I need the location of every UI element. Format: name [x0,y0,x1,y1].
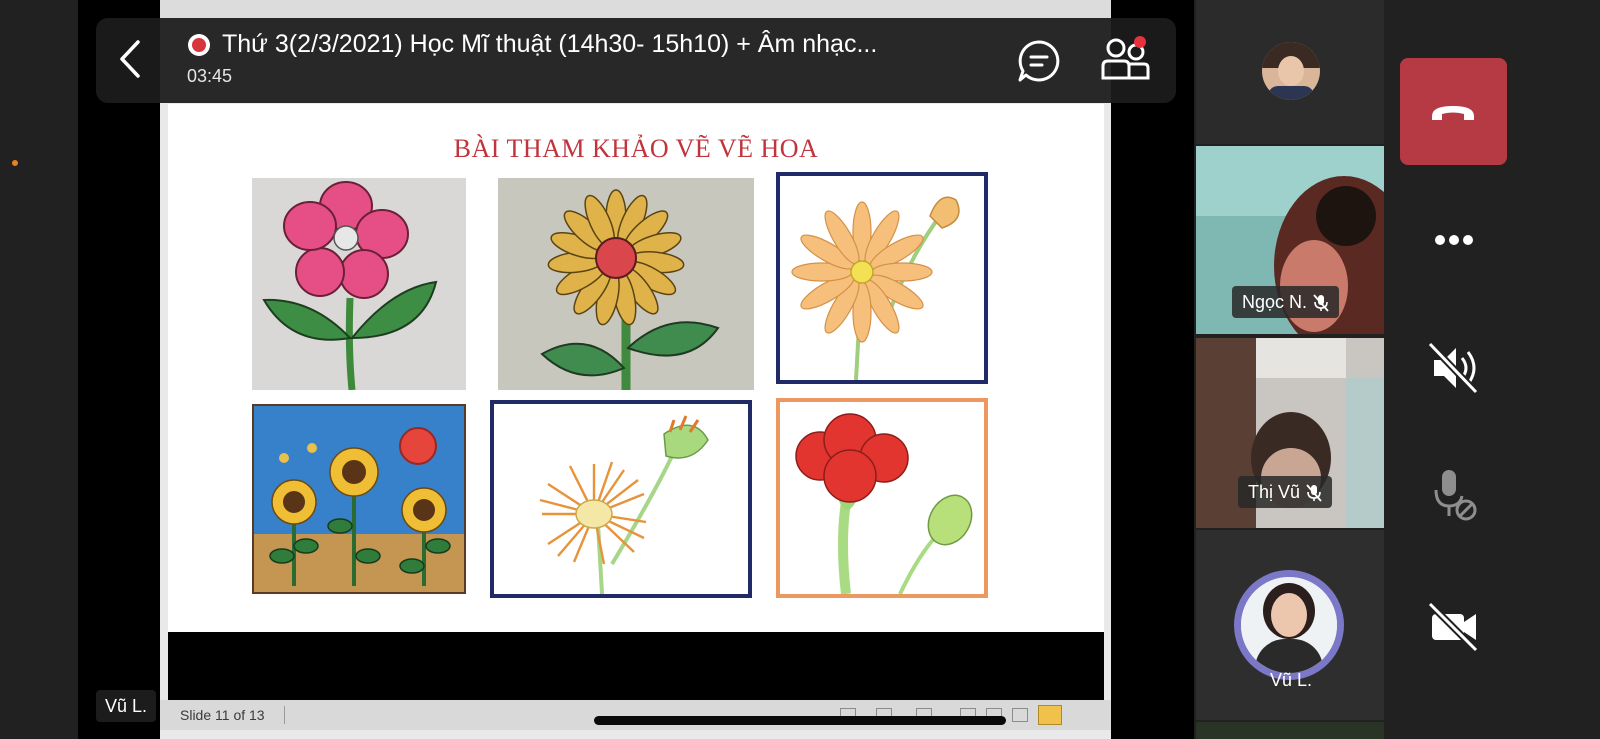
mic-disabled-icon [1434,470,1477,521]
participant-name-tag: Thị Vũ [1238,476,1333,508]
pink-flower-drawing [252,178,466,390]
microphone-button [1420,466,1488,530]
participant-tile[interactable]: Ngọc N. [1196,146,1386,334]
home-indicator [594,716,1006,725]
participant-tile[interactable] [1196,0,1386,144]
participant-name-tag: Ngọc N. [1232,286,1340,318]
recording-indicator-icon [188,34,210,56]
participant-name: Ngọc N. [1242,292,1308,312]
status-separator [284,706,285,724]
status-dot [12,160,18,166]
slide-title: BÀI THAM KHẢO VẼ VẼ HOA [453,134,819,163]
red-carnation-drawing [776,398,988,598]
avatar [1241,577,1337,673]
slide-letterbox [168,632,1104,700]
left-strip [0,0,78,739]
sunflowers-painting [252,404,466,594]
mic-muted-icon [1313,294,1329,312]
meeting-title: Thứ 3(2/3/2021) Học Mĩ thuật (14h30- 15h… [222,30,878,58]
speaker-muted-icon [1427,341,1479,395]
mic-muted-icon [1306,484,1322,502]
orange-flower-sketch [776,172,988,384]
chat-icon[interactable] [1016,38,1062,84]
participant-tile[interactable] [1196,722,1386,739]
camera-off-icon [1427,601,1479,653]
participant-name: Thị Vũ [1248,482,1301,502]
presenter-name-tag: Vũ L. [96,690,157,722]
notification-dot [1134,36,1146,48]
powerpoint-titlebar [160,0,1111,20]
avatar [1262,42,1320,100]
more-options-button[interactable] [1420,206,1488,270]
reading-view-icon[interactable] [1012,708,1028,722]
back-arrow-icon[interactable] [116,38,146,80]
meeting-timer: 03:45 [187,66,233,86]
more-options-icon [1435,235,1473,245]
camera-button[interactable] [1420,594,1488,658]
speaker-button[interactable] [1420,336,1488,400]
participant-tile[interactable]: Vũ L. [1196,530,1386,720]
slide-counter: Slide 11 of 13 [180,707,265,723]
slideshow-icon[interactable] [1038,705,1062,725]
presentation-slide: BÀI THAM KHẢO VẼ VẼ HOA [168,104,1104,632]
orange-gerbera-sketch [490,400,752,598]
meeting-header: Thứ 3(2/3/2021) Học Mĩ thuật (14h30- 15h… [96,18,1176,103]
participant-tile[interactable]: Thị Vũ [1196,338,1386,528]
yellow-daisy-drawing [498,178,754,390]
avatar-ring [1234,570,1344,680]
phone-hangup-icon [1432,106,1474,120]
powerpoint-statusbar: Slide 11 of 13 [160,700,1111,730]
participant-name: Vũ L. [1269,670,1313,690]
leave-call-button[interactable] [1400,58,1507,165]
